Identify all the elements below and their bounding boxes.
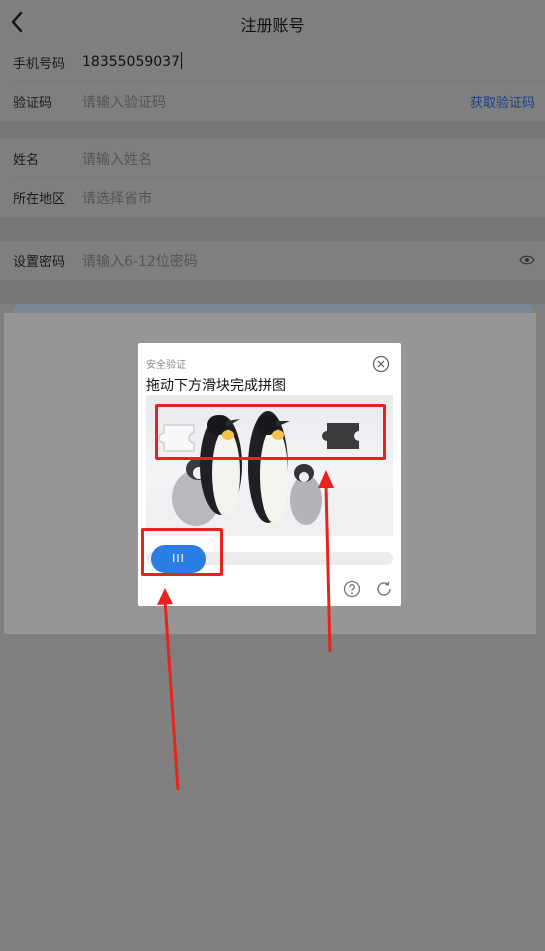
- password-input[interactable]: 请输入6-12位密码: [82, 251, 198, 271]
- penguin-chick-right: [290, 464, 322, 525]
- region-row[interactable]: 所在地区 请选择省市: [0, 178, 545, 217]
- text-cursor: [180, 52, 182, 69]
- code-row: 验证码 请输入验证码 获取验证码: [0, 82, 545, 121]
- phone-input[interactable]: 18355059037: [82, 52, 182, 70]
- puzzle-highlight-box: [155, 404, 386, 460]
- section-gap: [0, 280, 545, 304]
- name-row: 姓名 请输入姓名: [0, 139, 545, 178]
- section-gap: [0, 217, 545, 241]
- name-label: 姓名: [13, 153, 40, 168]
- password-row: 设置密码 请输入6-12位密码: [0, 241, 545, 280]
- eye-icon[interactable]: [519, 254, 535, 266]
- page-title: 注册账号: [240, 16, 305, 35]
- phone-row: 手机号码 18355059037: [0, 43, 545, 82]
- code-label: 验证码: [13, 96, 53, 111]
- get-code-button[interactable]: 获取验证码: [470, 92, 535, 111]
- phone-value: 18355059037: [82, 54, 180, 70]
- password-label: 设置密码: [13, 255, 66, 270]
- help-circle-icon[interactable]: [343, 580, 361, 598]
- name-input[interactable]: 请输入姓名: [82, 149, 152, 169]
- slider-highlight-box: [141, 528, 223, 576]
- section-gap: [0, 121, 545, 139]
- region-label: 所在地区: [13, 192, 66, 207]
- top-bar: 注册账号: [0, 0, 545, 44]
- phone-label: 手机号码: [13, 57, 66, 72]
- close-circle-icon[interactable]: [372, 355, 390, 373]
- refresh-icon[interactable]: [375, 580, 393, 598]
- code-input[interactable]: 请输入验证码: [82, 92, 166, 112]
- captcha-header: 安全验证: [146, 360, 186, 371]
- region-select[interactable]: 请选择省市: [82, 188, 152, 208]
- captcha-instruction: 拖动下方滑块完成拼图: [146, 378, 286, 394]
